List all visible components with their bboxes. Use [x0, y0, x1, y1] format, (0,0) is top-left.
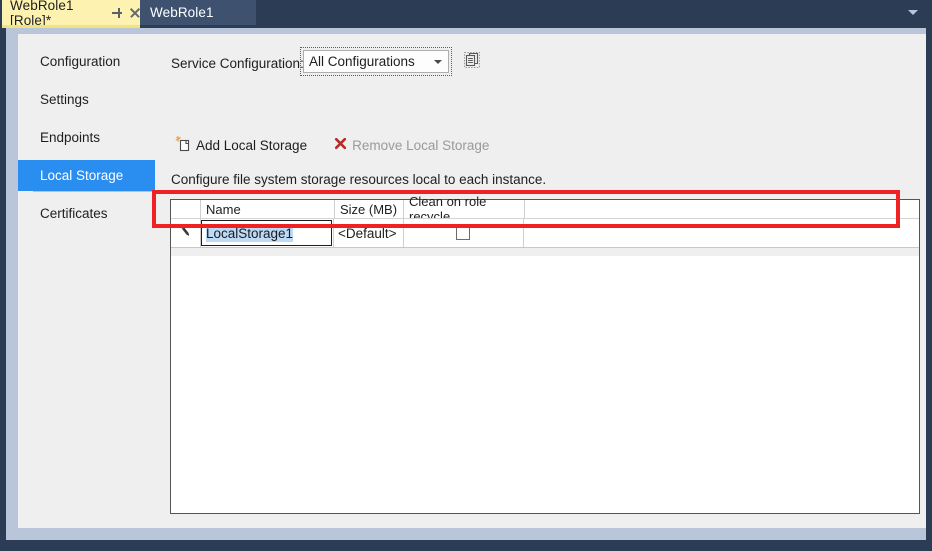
tab-webrole1[interactable]: WebRole1	[140, 0, 256, 25]
tab-webrole1-role[interactable]: WebRole1 [Role]*	[2, 0, 140, 25]
sidebar-item-label: Endpoints	[40, 130, 100, 145]
pin-icon[interactable]	[109, 5, 122, 21]
close-icon[interactable]	[127, 5, 140, 21]
add-local-storage-button[interactable]: Add Local Storage	[169, 132, 313, 158]
remove-local-storage-button[interactable]: Remove Local Storage	[327, 132, 495, 158]
copy-configuration-icon[interactable]	[459, 47, 485, 73]
column-header-size-mb[interactable]: Size (MB)	[335, 200, 403, 218]
clean-on-role-recycle-cell[interactable]	[403, 219, 523, 247]
chevron-down-icon	[434, 60, 442, 64]
local-storage-description: Configure file system storage resources …	[171, 172, 546, 187]
red-x-icon	[333, 136, 348, 154]
sidebar-item-endpoints[interactable]: Endpoints	[18, 122, 155, 153]
local-storage-grid[interactable]: Name Size (MB) Clean on role recycle	[170, 199, 920, 514]
sidebar-item-label: Local Storage	[40, 168, 123, 183]
pencil-edit-icon	[179, 225, 193, 242]
selected-item-underline	[33, 191, 155, 192]
sidebar-item-certificates[interactable]: Certificates	[18, 198, 155, 229]
table-row[interactable]: LocalStorage1 <Default>	[171, 219, 919, 247]
tab-label: WebRole1	[150, 5, 214, 20]
designer-sidebar: Configuration Settings Endpoints Local S…	[18, 34, 155, 528]
visual-studio-editor-window: WebRole1 [Role]* WebRole1 Configuration …	[0, 0, 932, 551]
grid-header-row: Name Size (MB) Clean on role recycle	[171, 200, 919, 218]
chevron-down-icon[interactable]	[902, 0, 924, 25]
service-configuration-value: All Configurations	[309, 54, 415, 69]
service-configuration-label: Service Configuration:	[171, 56, 304, 71]
grid-empty-area	[171, 248, 919, 256]
sidebar-item-settings[interactable]: Settings	[18, 84, 155, 115]
new-document-icon	[175, 135, 192, 155]
name-input[interactable]: LocalStorage1	[201, 220, 332, 246]
tab-label: WebRole1 [Role]*	[10, 0, 101, 28]
clean-on-role-recycle-checkbox[interactable]	[456, 226, 470, 240]
column-header-clean-on-role-recycle[interactable]: Clean on role recycle	[404, 200, 524, 218]
sidebar-item-configuration[interactable]: Configuration	[18, 46, 155, 77]
remove-local-storage-label: Remove Local Storage	[352, 138, 489, 153]
role-designer: Configuration Settings Endpoints Local S…	[18, 34, 926, 528]
service-configuration-dropdown[interactable]: All Configurations	[303, 50, 449, 73]
tab-strip: WebRole1 [Role]* WebRole1	[0, 0, 932, 25]
designer-content-pane: Service Configuration: All Configuration…	[155, 34, 926, 528]
chevron-glyph	[908, 10, 918, 15]
editor-bottom-frame	[6, 528, 926, 540]
sidebar-item-label: Configuration	[40, 54, 120, 69]
size-mb-cell[interactable]: <Default>	[334, 219, 402, 247]
sidebar-item-label: Settings	[40, 92, 89, 107]
name-input-value: LocalStorage1	[206, 225, 293, 242]
sidebar-item-local-storage[interactable]: Local Storage	[18, 160, 155, 191]
local-storage-toolbar: Add Local Storage Remove Local Storage	[169, 132, 495, 158]
row-header-edit-indicator[interactable]	[171, 219, 201, 247]
sidebar-item-label: Certificates	[40, 206, 108, 221]
filler-cell[interactable]	[524, 219, 919, 247]
add-local-storage-label: Add Local Storage	[196, 138, 307, 153]
column-header-name[interactable]: Name	[201, 200, 334, 218]
column-header-filler[interactable]	[525, 200, 919, 218]
